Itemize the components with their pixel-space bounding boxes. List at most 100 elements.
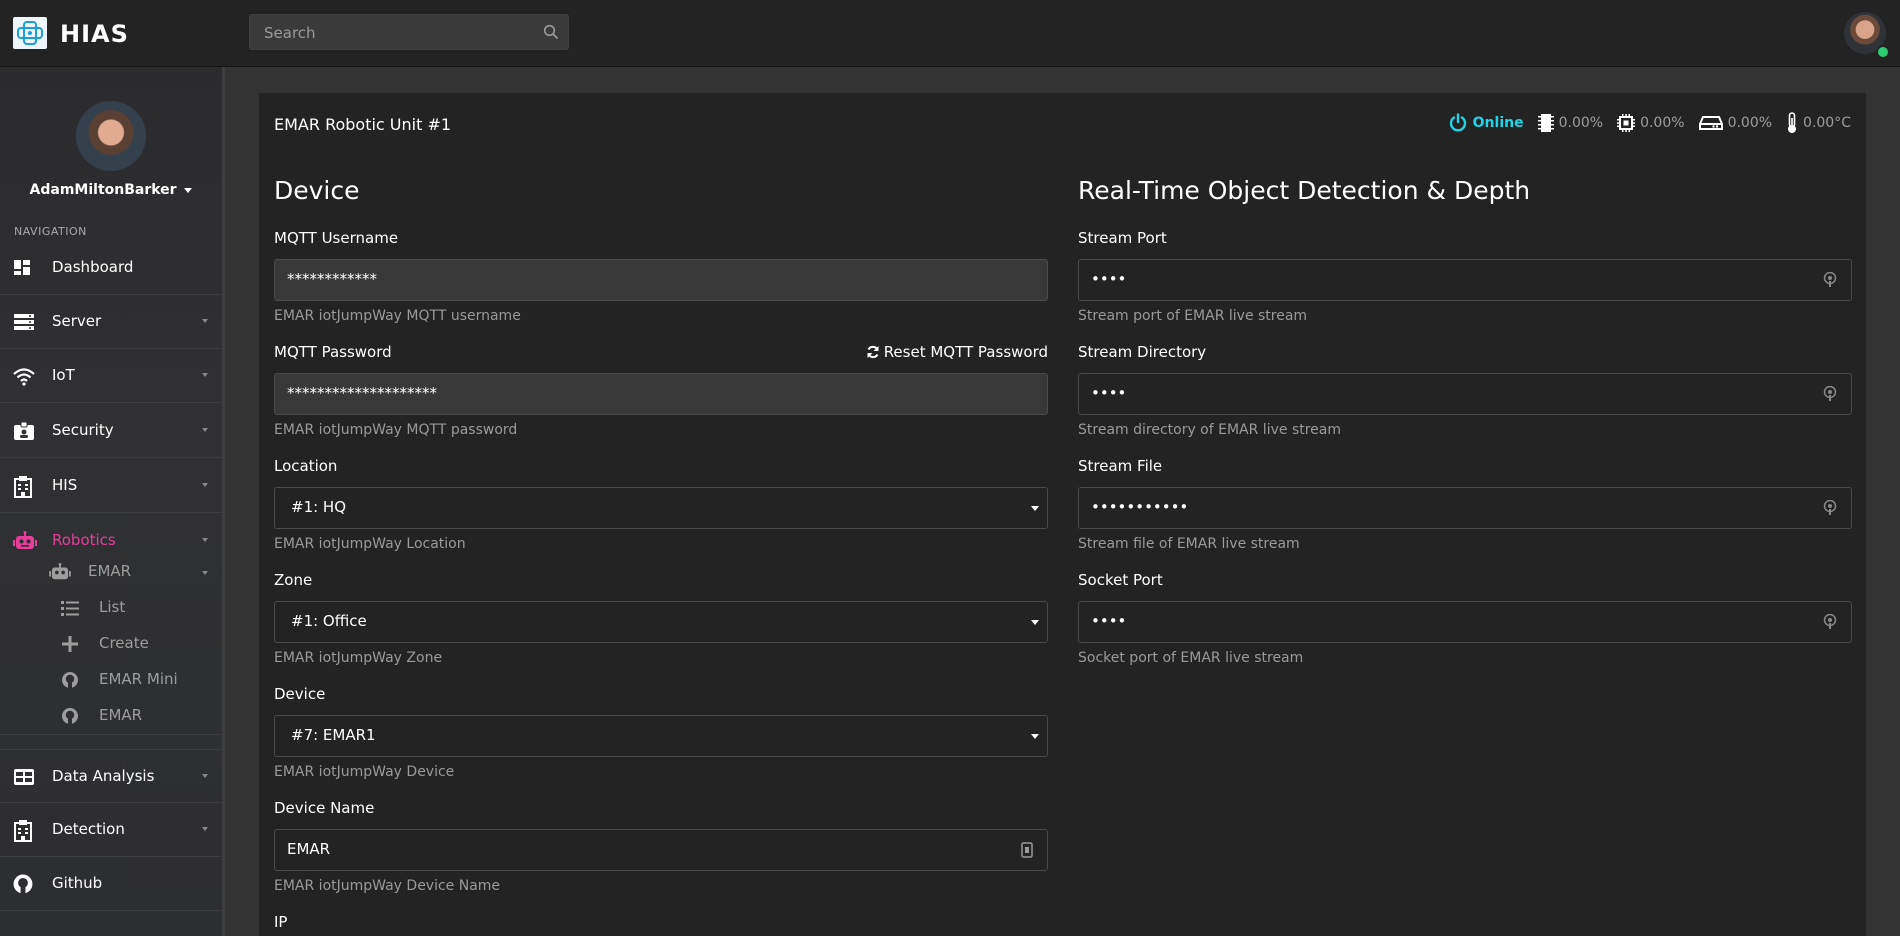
stream-file-help: Stream file of EMAR live stream <box>1078 536 1300 552</box>
stream-port-label: Stream Port <box>1078 229 1167 247</box>
memory-chip-icon <box>1537 114 1554 132</box>
disk-value: 0.00% <box>1727 115 1773 131</box>
stream-port-value: •••• <box>1091 270 1127 288</box>
stream-file-field[interactable]: ••••••••••• <box>1078 487 1852 529</box>
cpu-value: 0.00% <box>1558 115 1604 131</box>
sidebar-item-dashboard[interactable]: Dashboard <box>0 241 222 295</box>
hospital-icon <box>13 820 33 842</box>
sidebar-item-label: Dashboard <box>52 258 134 276</box>
sidebar-item-security[interactable]: Security <box>0 404 222 458</box>
sidebar-item-data-analysis[interactable]: Data Analysis <box>0 749 222 803</box>
sidebar-item-his[interactable]: HIS <box>0 459 222 513</box>
mqtt-username-label: MQTT Username <box>274 229 399 247</box>
search-box[interactable] <box>249 14 569 51</box>
device-help: EMAR iotJumpWay Device <box>274 764 455 780</box>
sidebar-subitem-label: EMAR <box>99 706 143 724</box>
reset-mqtt-password-link[interactable]: Reset MQTT Password <box>866 343 1048 361</box>
mqtt-username-field[interactable]: ************ <box>274 259 1048 301</box>
temperature-value: 0.00°C <box>1803 115 1851 131</box>
stream-directory-field[interactable]: •••• <box>1078 373 1852 415</box>
status-bar: Online 0.00% 0.00% 0.00% 0.00°C <box>1448 111 1851 135</box>
chevron-down-icon <box>202 373 208 377</box>
online-status-dot <box>1876 45 1890 59</box>
microchip-icon <box>1617 114 1636 132</box>
device-name-help: EMAR iotJumpWay Device Name <box>274 878 501 894</box>
device-label: Device <box>274 685 326 703</box>
sidebar-item-github[interactable]: Github <box>0 857 222 911</box>
wifi-icon <box>13 366 35 386</box>
brand-name[interactable]: HIAS <box>60 20 129 48</box>
plus-icon <box>61 635 79 653</box>
search-input[interactable] <box>262 15 526 51</box>
chevron-down-icon <box>184 187 193 193</box>
location-select[interactable]: #1: HQ <box>274 487 1048 529</box>
stream-directory-value: •••• <box>1091 384 1127 402</box>
profile-name-dropdown[interactable]: AdamMiltonBarker <box>0 182 222 198</box>
sidebar-subitem-label: List <box>99 598 126 616</box>
socket-port-help: Socket port of EMAR live stream <box>1078 650 1304 666</box>
sidebar-item-label: IoT <box>52 366 75 384</box>
github-icon <box>61 707 79 725</box>
temperature-stat: 0.00°C <box>1786 112 1851 134</box>
chevron-down-icon <box>202 428 208 432</box>
search-icon[interactable] <box>543 24 559 44</box>
socket-port-field[interactable]: •••• <box>1078 601 1852 643</box>
socket-port-value: •••• <box>1091 612 1127 630</box>
logo-icon[interactable] <box>13 17 47 49</box>
mqtt-password-label: MQTT Password <box>274 343 392 361</box>
stream-directory-label: Stream Directory <box>1078 343 1207 361</box>
stream-file-label: Stream File <box>1078 457 1163 475</box>
sidebar-item-label: Server <box>52 312 102 330</box>
location-help: EMAR iotJumpWay Location <box>274 536 466 552</box>
device-value: #7: EMAR1 <box>291 726 376 744</box>
zone-label: Zone <box>274 571 313 589</box>
mqtt-password-field[interactable]: ******************** <box>274 373 1048 415</box>
chevron-down-icon <box>202 774 208 778</box>
sidebar-subitem-label: EMAR <box>88 562 132 580</box>
sidebar-subitem-emar-group[interactable]: EMAR <box>49 557 249 587</box>
sidebar-subitem-create[interactable]: Create <box>61 629 261 659</box>
server-icon <box>13 312 34 332</box>
thermometer-icon <box>1788 112 1797 133</box>
refresh-icon <box>867 345 879 359</box>
sidebar-item-label: Detection <box>52 820 125 838</box>
podcast-icon <box>1823 613 1837 634</box>
sidebar-item-server[interactable]: Server <box>0 295 222 349</box>
chevron-down-icon <box>202 319 208 323</box>
online-status: Online <box>1448 113 1524 133</box>
device-section-heading: Device <box>274 176 360 205</box>
sidebar-subitem-emar-mini[interactable]: EMAR Mini <box>61 665 261 695</box>
dashboard-icon <box>13 258 33 278</box>
robot-icon <box>49 563 71 581</box>
memory-stat: 0.00% <box>1617 114 1685 132</box>
sidebar-subitem-label: EMAR Mini <box>99 670 178 688</box>
mqtt-password-help: EMAR iotJumpWay MQTT password <box>274 422 518 438</box>
stream-port-field[interactable]: •••• <box>1078 259 1852 301</box>
device-select[interactable]: #7: EMAR1 <box>274 715 1048 757</box>
sidebar-item-detection[interactable]: Detection <box>0 803 222 857</box>
chevron-down-icon <box>202 483 208 487</box>
sidebar-item-label: Data Analysis <box>52 767 155 785</box>
github-icon <box>13 874 33 894</box>
sidebar-divider <box>222 67 225 936</box>
sidebar-item-label: HIS <box>52 476 78 494</box>
page-title: EMAR Robotic Unit #1 <box>274 115 452 134</box>
zone-select[interactable]: #1: Office <box>274 601 1048 643</box>
socket-port-label: Socket Port <box>1078 571 1163 589</box>
sidebar-subitem-emar[interactable]: EMAR <box>61 701 261 731</box>
chevron-down-icon <box>202 571 208 575</box>
id-card-icon <box>1021 842 1033 862</box>
profile-avatar[interactable] <box>76 101 146 171</box>
id-badge-icon <box>13 421 34 441</box>
stream-directory-help: Stream directory of EMAR live stream <box>1078 422 1341 438</box>
top-bar: HIAS <box>0 0 1900 67</box>
podcast-icon <box>1823 499 1837 520</box>
sidebar-item-iot[interactable]: IoT <box>0 349 222 403</box>
device-name-field[interactable]: EMAR <box>274 829 1048 871</box>
memory-value: 0.00% <box>1640 115 1685 131</box>
location-label: Location <box>274 457 338 475</box>
sidebar-subitem-list[interactable]: List <box>61 593 261 623</box>
sidebar-subitem-label: Create <box>99 634 149 652</box>
sidebar-item-label: Robotics <box>52 531 116 549</box>
stream-section-heading: Real-Time Object Detection & Depth <box>1078 176 1531 205</box>
